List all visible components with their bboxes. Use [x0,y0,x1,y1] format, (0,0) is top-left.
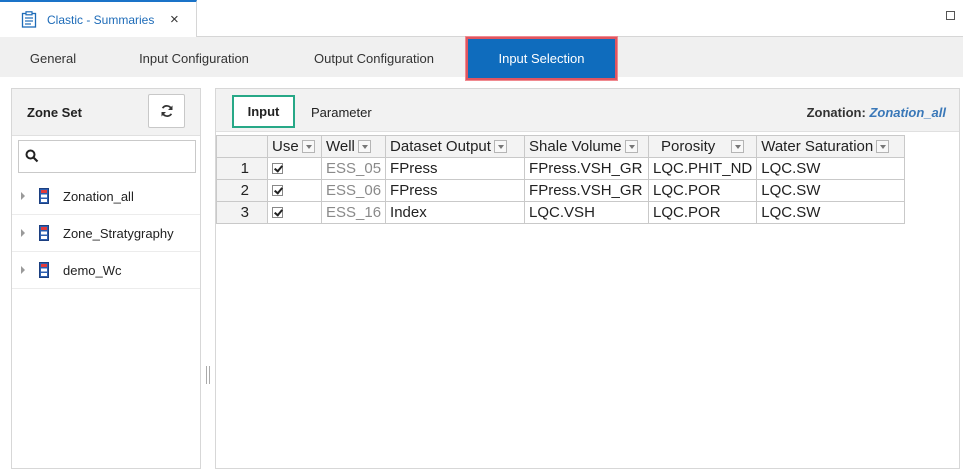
use-cell [267,179,322,202]
shale-volume-cell[interactable]: FPress.VSH_GR [524,157,650,180]
filter-dropdown-icon[interactable] [301,139,315,153]
tab-input-configuration[interactable]: Input Configuration [128,37,260,77]
use-cell [267,157,322,180]
water-saturation-cell[interactable]: LQC.SW [756,157,906,180]
zone-set-title: Zone Set [27,105,82,120]
expand-caret-icon[interactable] [21,192,25,200]
column-header-use[interactable]: Use [267,135,322,158]
filter-dropdown-icon[interactable] [357,139,371,153]
use-checkbox[interactable] [272,207,283,218]
dataset-cell[interactable]: FPress [385,157,526,180]
zone-set-header: Zone Set [12,89,200,136]
zone-item-zonation-all[interactable]: Zonation_all [12,178,200,215]
input-selection-header: Input Parameter Zonation: Zonation_all [216,89,959,132]
tab-input-selection[interactable]: Input Selection [465,36,618,81]
well-cell: ESS_05 [320,157,387,180]
well-cell: ESS_16 [320,201,387,224]
zone-set-icon [39,262,49,283]
column-header-shale-volume[interactable]: Shale Volume [524,135,650,158]
column-header-water-saturation[interactable]: Water Saturation [756,135,906,158]
zone-item-label: Zone_Stratygraphy [63,226,174,241]
zone-set-icon [39,225,49,246]
maximize-icon[interactable] [946,11,955,20]
window-tabstrip: Clastic - Summaries × [0,0,963,37]
document-tab[interactable]: Clastic - Summaries × [0,0,197,37]
filter-dropdown-icon[interactable] [876,139,890,153]
tab-general[interactable]: General [22,37,84,77]
dataset-cell[interactable]: Index [385,201,526,224]
section-tabs: General Input Configuration Output Confi… [0,36,963,81]
water-saturation-cell[interactable]: LQC.SW [756,179,906,202]
dataset-cell[interactable]: FPress [385,179,526,202]
porosity-cell[interactable]: LQC.POR [648,179,758,202]
filter-dropdown-icon[interactable] [624,139,638,153]
tab-parameter[interactable]: Parameter [311,105,372,120]
expand-caret-icon[interactable] [21,266,25,274]
panel-splitter-handle[interactable] [206,366,210,384]
well-cell: ESS_06 [320,179,387,202]
use-cell [267,201,322,224]
water-saturation-cell[interactable]: LQC.SW [756,201,906,224]
column-header-dataset-output[interactable]: Dataset Output [385,135,526,158]
porosity-cell[interactable]: LQC.PHIT_ND [648,157,758,180]
close-icon[interactable]: × [170,11,179,28]
table-header-row: Use Well Dataset Output Shale Volume Por… [216,135,906,158]
column-header-porosity[interactable]: Porosity [648,135,758,158]
zone-item-zone-stratygraphy[interactable]: Zone_Stratygraphy [12,215,200,252]
zone-list: Zonation_all Zone_Stratygraphy demo_Wc [12,178,200,289]
input-selection-panel: Input Parameter Zonation: Zonation_all U… [215,88,960,469]
tab-input[interactable]: Input [232,95,295,128]
table-row[interactable]: 2 ESS_06 FPress FPress.VSH_GR LQC.POR LQ… [216,179,906,202]
tab-output-configuration[interactable]: Output Configuration [300,37,448,77]
row-number: 3 [216,201,268,224]
use-checkbox[interactable] [272,163,283,174]
expand-caret-icon[interactable] [21,229,25,237]
table-row[interactable]: 1 ESS_05 FPress FPress.VSH_GR LQC.PHIT_N… [216,157,906,180]
zone-set-icon [39,188,49,209]
zone-item-demo-wc[interactable]: demo_Wc [12,252,200,289]
zone-set-panel: Zone Set Zonation_all Zone_Stratygraphy … [11,88,201,469]
zonation-indicator: Zonation: Zonation_all [807,105,946,120]
zonation-value[interactable]: Zonation_all [869,105,946,120]
search-icon [25,149,39,163]
use-checkbox[interactable] [272,185,283,196]
zone-item-label: Zonation_all [63,189,134,204]
zonation-label: Zonation: [806,105,866,120]
refresh-button[interactable] [148,94,185,128]
filter-dropdown-icon[interactable] [493,139,507,153]
row-number-header [216,135,268,158]
shale-volume-cell[interactable]: FPress.VSH_GR [524,179,650,202]
refresh-icon [161,105,172,117]
zone-item-label: demo_Wc [63,263,122,278]
column-header-well[interactable]: Well [320,135,387,158]
row-number: 2 [216,179,268,202]
clipboard-icon [20,11,38,29]
porosity-cell[interactable]: LQC.POR [648,201,758,224]
row-number: 1 [216,157,268,180]
input-table: Use Well Dataset Output Shale Volume Por… [216,135,906,224]
zone-search-input[interactable] [45,145,193,169]
document-tab-title: Clastic - Summaries [47,12,155,27]
shale-volume-cell[interactable]: LQC.VSH [524,201,650,224]
table-row[interactable]: 3 ESS_16 Index LQC.VSH LQC.POR LQC.SW [216,201,906,224]
zone-search-field[interactable] [18,140,196,173]
filter-dropdown-icon[interactable] [731,139,745,153]
